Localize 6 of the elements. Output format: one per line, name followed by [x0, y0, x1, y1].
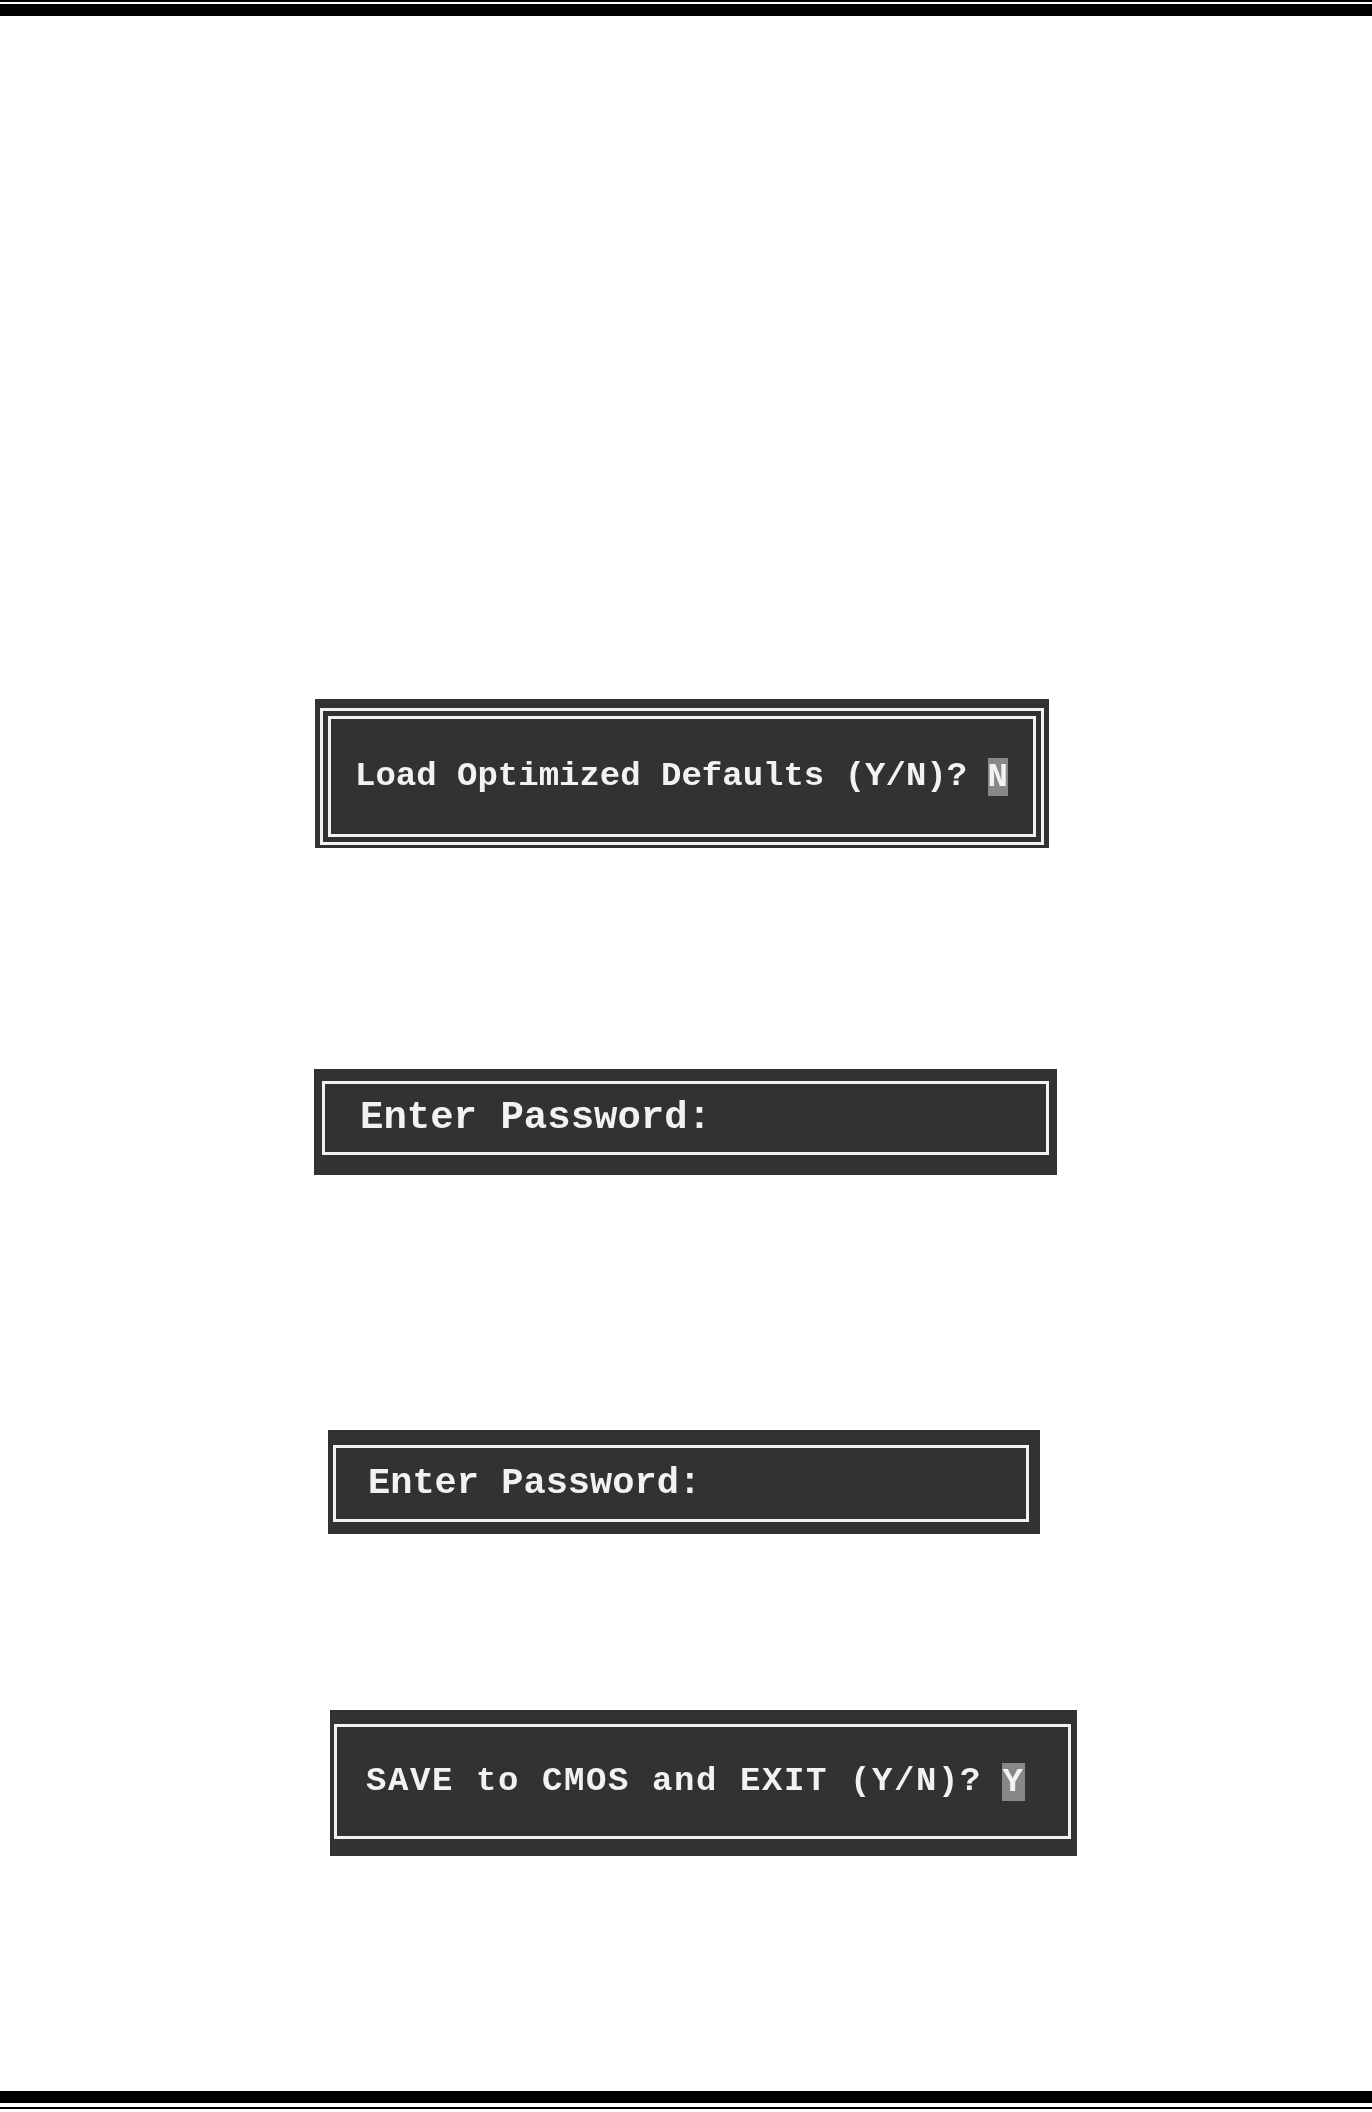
- answer-field[interactable]: Y: [1002, 1762, 1025, 1801]
- prompt-text: SAVE to CMOS and EXIT (Y/N)?: [366, 1762, 983, 1801]
- prompt-text: Load Optimized Defaults (Y/N)?: [355, 757, 968, 796]
- prompt-text: Enter Password:: [360, 1096, 712, 1140]
- answer-field[interactable]: N: [987, 757, 1008, 796]
- prompt-text: Enter Password:: [368, 1463, 702, 1504]
